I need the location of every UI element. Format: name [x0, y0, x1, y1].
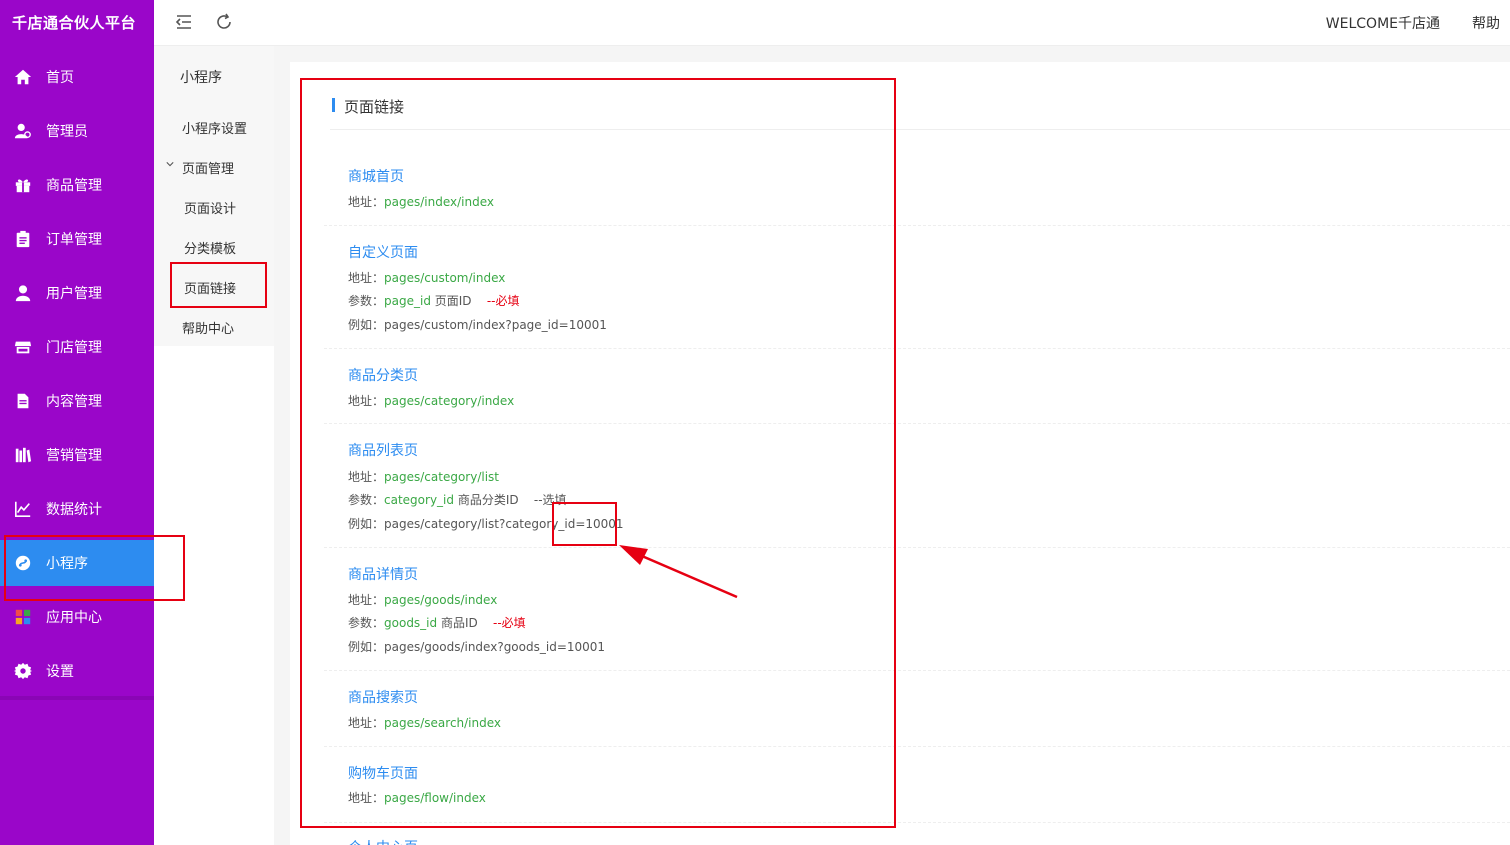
submenu-item-page-management[interactable]: 页面管理 — [182, 158, 234, 177]
annotation-box-content — [300, 78, 896, 828]
sidebar-item-statistics[interactable]: 数据统计 — [0, 486, 154, 532]
admin-icon — [0, 122, 46, 140]
sidebar-item-label: 订单管理 — [46, 232, 102, 248]
sidebar-item-label: 数据统计 — [46, 502, 102, 518]
sidebar-item-label: 门店管理 — [46, 340, 102, 356]
sidebar-item-goods[interactable]: 商品管理 — [0, 162, 154, 208]
collapse-menu-icon[interactable] — [174, 12, 194, 32]
submenu-item-page-design[interactable]: 页面设计 — [184, 198, 236, 217]
sidebar-item-home[interactable]: 首页 — [0, 54, 154, 100]
sidebar-item-label: 应用中心 — [46, 610, 102, 626]
sidebar-item-stores[interactable]: 门店管理 — [0, 324, 154, 370]
store-icon — [0, 338, 46, 356]
chart-icon — [0, 500, 46, 518]
chevron-down-icon — [166, 162, 174, 167]
sidebar-item-content[interactable]: 内容管理 — [0, 378, 154, 424]
sidebar-item-label: 设置 — [46, 664, 74, 680]
submenu-item-help-center[interactable]: 帮助中心 — [182, 318, 234, 337]
home-icon — [0, 68, 46, 86]
sidebar-item-admin[interactable]: 管理员 — [0, 108, 154, 154]
refresh-icon[interactable] — [214, 12, 234, 32]
sidebar-item-label: 用户管理 — [46, 286, 102, 302]
main-sidebar: 千店通合伙人平台 首页 管理员 商品管理 订单管理 用户管理 门店管理 内容管理… — [0, 0, 154, 845]
sidebar-item-label: 首页 — [46, 70, 74, 86]
sidebar-item-marketing[interactable]: 营销管理 — [0, 432, 154, 478]
gear-icon — [0, 662, 46, 680]
top-bar: WELCOME千店通 帮助 — [154, 0, 1510, 46]
sidebar-item-label: 内容管理 — [46, 394, 102, 410]
sidebar-item-label: 营销管理 — [46, 448, 102, 464]
sidebar-footer — [0, 696, 154, 845]
annotation-box-id — [552, 502, 617, 546]
link-title[interactable]: 个人中心页 — [348, 837, 418, 845]
document-icon — [0, 392, 46, 410]
welcome-text: WELCOME千店通 — [1325, 16, 1440, 32]
user-icon — [0, 284, 46, 302]
sidebar-item-orders[interactable]: 订单管理 — [0, 216, 154, 262]
clipboard-icon — [0, 230, 46, 248]
sidebar-item-label: 管理员 — [46, 124, 88, 140]
annotation-box-submenu — [170, 262, 267, 308]
submenu-item-miniprogram-settings[interactable]: 小程序设置 — [182, 118, 247, 137]
apps-icon — [0, 608, 46, 626]
sidebar-item-label: 商品管理 — [46, 178, 102, 194]
brand-title: 千店通合伙人平台 — [12, 14, 137, 32]
submenu-title: 小程序 — [180, 70, 222, 86]
help-link[interactable]: 帮助 — [1472, 13, 1500, 33]
annotation-box-sidebar — [4, 535, 185, 601]
gift-icon — [0, 176, 46, 194]
sidebar-item-users[interactable]: 用户管理 — [0, 270, 154, 316]
sidebar-item-settings[interactable]: 设置 — [0, 648, 154, 694]
books-icon — [0, 446, 46, 464]
submenu-item-category-template[interactable]: 分类模板 — [184, 238, 236, 257]
